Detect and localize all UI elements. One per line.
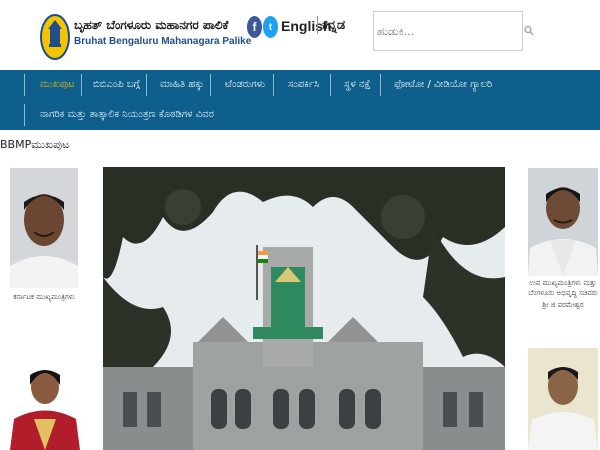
portrait-caption: ಕರ್ನಾಟಕ ಮುಖ್ಯಮಂತ್ರಿಗಳು [13,293,75,301]
bbmp-emblem-icon[interactable] [40,12,70,62]
portrait-caption: ಬೆಂಗಳೂರು ಅಭಿವೃದ್ಧಿ ಸಚಿವರು [528,289,598,297]
portrait-chief-minister[interactable] [10,168,78,288]
facebook-icon[interactable]: f [247,16,262,38]
nav-home[interactable]: ಮುಖಪುಟ [40,70,75,100]
portrait-caption: ಶ್ರೀ ಜಿ ಪರಮೇಶ್ವರ [542,301,584,309]
portrait-caption: ಉಪ ಮುಖ್ಯಮಂತ್ರಿಗಳು ಮತ್ತು [529,279,597,287]
nav-divider [81,74,82,96]
nav-photo-video-gallery[interactable]: ಫೋಟೋ / ವೀಡಿಯೋ ಗ್ಯಾಲರಿ [394,70,492,100]
nav-contact[interactable]: ಸಂಪರ್ಕಿಸಿ [288,70,319,100]
search-icon[interactable] [524,25,534,37]
nav-divider [24,74,25,96]
site-title-kannada[interactable]: ಬೃಹತ್ ಬೆಂಗಳೂರು ಮಹಾನಗರ ಪಾಲಿಕೆ [74,18,228,33]
portrait-mayor[interactable] [10,357,80,450]
bbmp-building-photo [103,167,505,450]
nav-divider [380,74,381,96]
search-box [373,11,523,51]
nav-divider [273,74,274,96]
site-title-english[interactable]: Bruhat Bengaluru Mahanagara Palike [74,36,251,47]
portrait-commissioner[interactable] [528,348,598,450]
nav-sitemap[interactable]: ಸ್ಥಳ ನಕ್ಷೆ [344,70,371,100]
search-input[interactable] [374,12,504,50]
language-separator [317,16,318,34]
nav-rti[interactable]: ಮಾಹಿತಿ ಹಕ್ಕು [160,70,204,100]
nav-tenders[interactable]: ಟೆಂಡರುಗಳು [225,70,265,100]
twitter-icon[interactable]: t [263,16,278,38]
nav-about-bbmp[interactable]: ಬಿಬಿಎಂಪಿ ಬಗ್ಗೆ [93,70,140,100]
nav-divider [146,74,147,96]
nav-divider [24,104,25,126]
nav-control-rooms[interactable]: ನಾಗರಿಕ ಮತ್ತು ತಾತ್ಕಾಲಿಕ ನಿಯಂತ್ರಣ ಕೊಠಡಿಗಳ … [40,100,214,130]
nav-divider [210,74,211,96]
portrait-deputy-cm[interactable] [528,168,598,276]
main-navigation: ಮುಖಪುಟ ಬಿಬಿಎಂಪಿ ಬಗ್ಗೆ ಮಾಹಿತಿ ಹಕ್ಕು ಟೆಂಡರ… [0,70,600,130]
nav-divider [330,74,331,96]
language-kannada-link[interactable]: ಕನ್ನಡ [322,18,345,33]
breadcrumb[interactable]: BBMPಮುಖಪುಟ [0,138,69,152]
